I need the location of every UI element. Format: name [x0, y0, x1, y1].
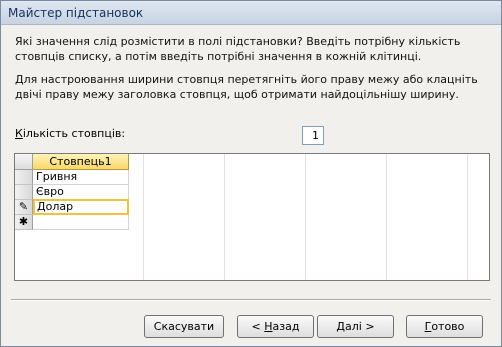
grid-line: [143, 154, 144, 280]
next-button-rest: алі >: [345, 320, 375, 333]
grid-select-all[interactable]: [15, 154, 33, 170]
back-button-rest: азад: [272, 320, 300, 333]
column-header-1[interactable]: Стовпець1: [33, 154, 129, 170]
back-button[interactable]: < Назад: [237, 315, 314, 338]
values-grid[interactable]: Стовпець1 Гривня Євро ✎ Долар ✱: [14, 153, 490, 281]
separator: [11, 299, 491, 301]
instruction-text-1: Які значення слід розмістити в полі підс…: [15, 35, 461, 63]
lookup-wizard-window: Майстер підстановок Які значення слід ро…: [0, 0, 502, 347]
grid-line: [386, 154, 387, 280]
grid-cell-active[interactable]: Долар: [33, 199, 129, 215]
columns-count-label: Кількість стовпців:: [15, 127, 125, 140]
columns-count-input[interactable]: 1: [302, 126, 324, 145]
grid-line: [467, 154, 468, 280]
instruction-text-2: Для настроювання ширини стовпця перетягн…: [15, 73, 478, 101]
pencil-icon: ✎: [18, 200, 29, 213]
row-selector[interactable]: [15, 170, 33, 185]
next-button[interactable]: Далі >: [317, 315, 394, 338]
grid-cell[interactable]: Гривня: [33, 170, 129, 185]
new-record-icon: ✱: [18, 215, 29, 228]
columns-count-label-key: К: [15, 127, 23, 140]
row-selector-new[interactable]: ✱: [15, 215, 33, 230]
grid-cell-new[interactable]: [33, 215, 129, 230]
row-selector-editing[interactable]: ✎: [15, 200, 33, 215]
columns-count-label-rest: ількість стовпців:: [22, 127, 126, 140]
title-bar[interactable]: Майстер підстановок: [1, 1, 501, 25]
next-button-key: Д: [336, 320, 346, 333]
back-button-key: Н: [264, 320, 273, 333]
window-title: Майстер підстановок: [8, 6, 144, 20]
grid-line: [224, 154, 225, 280]
cancel-button[interactable]: Скасувати: [144, 315, 224, 338]
grid-cell[interactable]: Євро: [33, 185, 129, 200]
finish-button[interactable]: Готово: [406, 315, 483, 338]
back-button-prefix: <: [251, 320, 265, 333]
grid-line: [305, 154, 306, 280]
finish-button-rest: отово: [431, 320, 465, 333]
row-selector[interactable]: [15, 185, 33, 200]
